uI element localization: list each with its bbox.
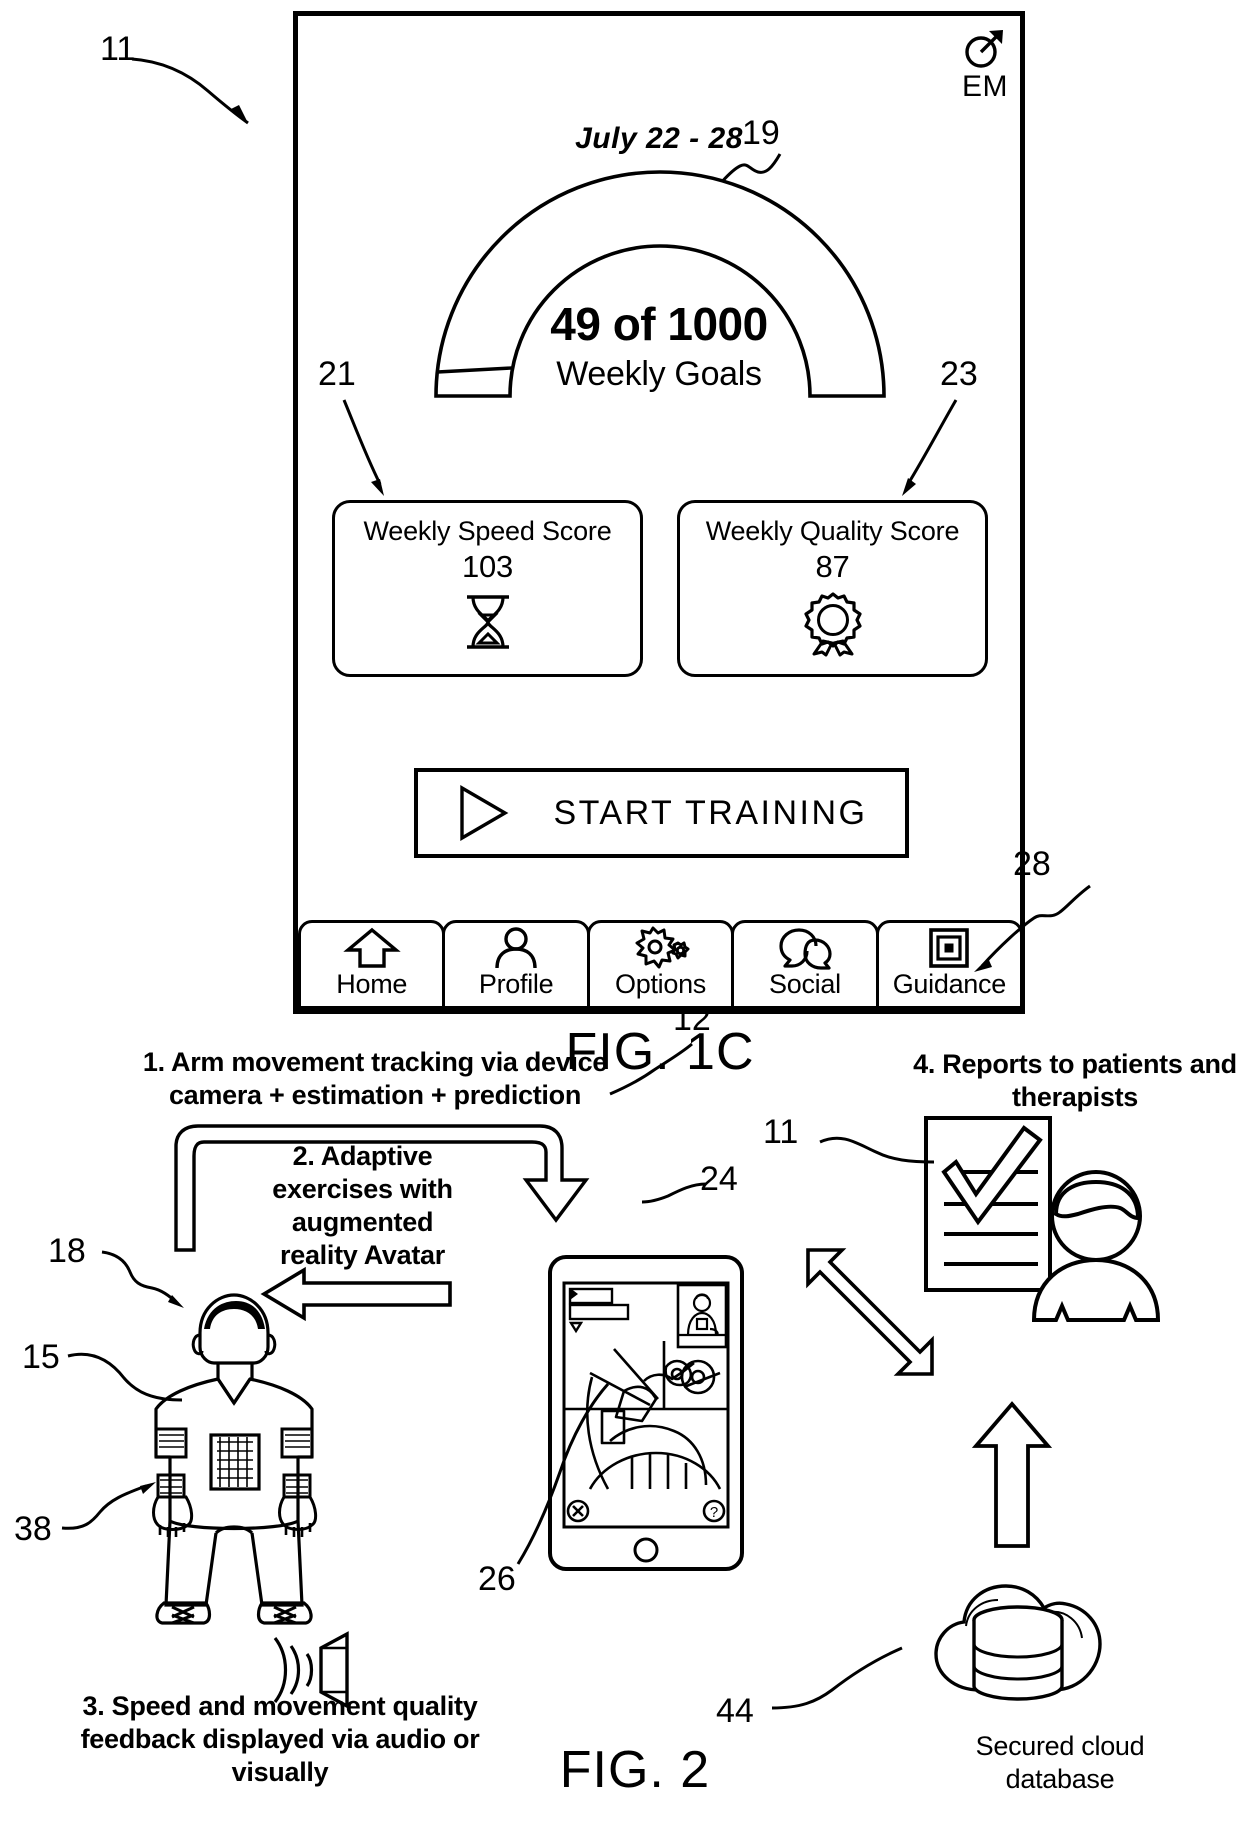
ref-numeral-12: 12 (673, 1000, 711, 1038)
em-badge[interactable]: EM (955, 28, 1015, 104)
weekly-quality-score-title: Weekly Quality Score (705, 516, 960, 546)
seated-patient-icon (152, 1293, 318, 1625)
nav-item-options[interactable]: Options (586, 920, 735, 1009)
gears-icon (632, 926, 690, 969)
start-training-button[interactable]: START TRAINING (414, 768, 909, 858)
weekly-speed-score-title: Weekly Speed Score (363, 516, 612, 546)
gauge-center-text: 49 of 1000 Weekly Goals (293, 296, 1025, 396)
ref-numeral-15: 15 (22, 1338, 60, 1376)
start-training-label: START TRAINING (553, 793, 868, 832)
nav-label-options: Options (615, 969, 706, 999)
cloud-database-label: Secured cloud database (975, 1731, 1145, 1794)
step-4-label: 4. Reports to patients and therapists (913, 1049, 1237, 1112)
leader-line-23 (902, 399, 958, 496)
gauge-progress-label: Weekly Goals (556, 355, 762, 393)
speech-bubbles-icon (777, 927, 833, 970)
em-label: EM (962, 70, 1008, 103)
fig-2-caption: FIG. 2 (559, 1741, 711, 1799)
ref-numeral-44: 44 (716, 1692, 754, 1730)
ref-numeral-21: 21 (318, 355, 356, 393)
leader-line-21 (342, 399, 384, 496)
bottom-navigation-bar: Home Profile Options Social Guidance (298, 920, 1024, 1009)
home-arrow-icon (343, 927, 401, 969)
leader-line-12 (609, 1042, 693, 1096)
target-arrow-icon (965, 30, 1003, 68)
nav-label-profile: Profile (478, 969, 554, 999)
nav-item-home[interactable]: Home (298, 920, 446, 1009)
nav-item-profile[interactable]: Profile (442, 920, 590, 1009)
svg-text:?: ? (710, 1504, 718, 1521)
nav-label-social: Social (769, 969, 841, 999)
date-range-label: July 22 - 28 (575, 122, 743, 155)
leader-line-44 (771, 1646, 903, 1710)
weekly-speed-score-value: 103 (461, 549, 514, 584)
nav-item-social[interactable]: Social (731, 920, 879, 1009)
play-triangle-icon (459, 785, 508, 841)
weekly-quality-score-value: 87 (815, 549, 850, 584)
gauge-progress-value: 49 of 1000 (550, 298, 768, 350)
hourglass-icon (466, 595, 509, 649)
weekly-quality-score-card[interactable]: Weekly Quality Score 87 (677, 500, 988, 677)
therapist-person-icon (1031, 1170, 1161, 1322)
leader-line-26 (516, 1382, 610, 1565)
bottom-nav-underline (296, 1008, 1022, 1012)
tablet-cloud-sync-arrow (806, 1248, 934, 1376)
ref-numeral-38: 38 (14, 1510, 52, 1548)
person-icon (492, 927, 540, 969)
ref-numeral-26: 26 (478, 1560, 516, 1598)
ref-numeral-28: 28 (1013, 845, 1051, 883)
step-2-label: 2. Adaptive exercises with augmented rea… (272, 1141, 453, 1270)
weekly-speed-score-card[interactable]: Weekly Speed Score 103 (332, 500, 643, 677)
cloud-report-upload-arrow (971, 1401, 1053, 1548)
leader-line-24 (641, 1182, 707, 1204)
step-3-label: 3. Speed and movement quality feedback d… (80, 1691, 480, 1787)
ref-numeral-19: 19 (742, 114, 780, 152)
step-1-label: 1. Arm movement tracking via device came… (142, 1047, 608, 1110)
ref-numeral-18: 18 (48, 1232, 86, 1270)
cloud-database-icon (934, 1584, 1102, 1701)
nav-label-home: Home (336, 969, 408, 999)
ref-numeral-23: 23 (940, 355, 978, 393)
leader-line-11-fig1c (131, 57, 249, 125)
leader-line-28 (974, 884, 1091, 972)
ref-numeral-11-fig2: 11 (763, 1113, 799, 1151)
award-ribbon-icon (803, 592, 862, 657)
